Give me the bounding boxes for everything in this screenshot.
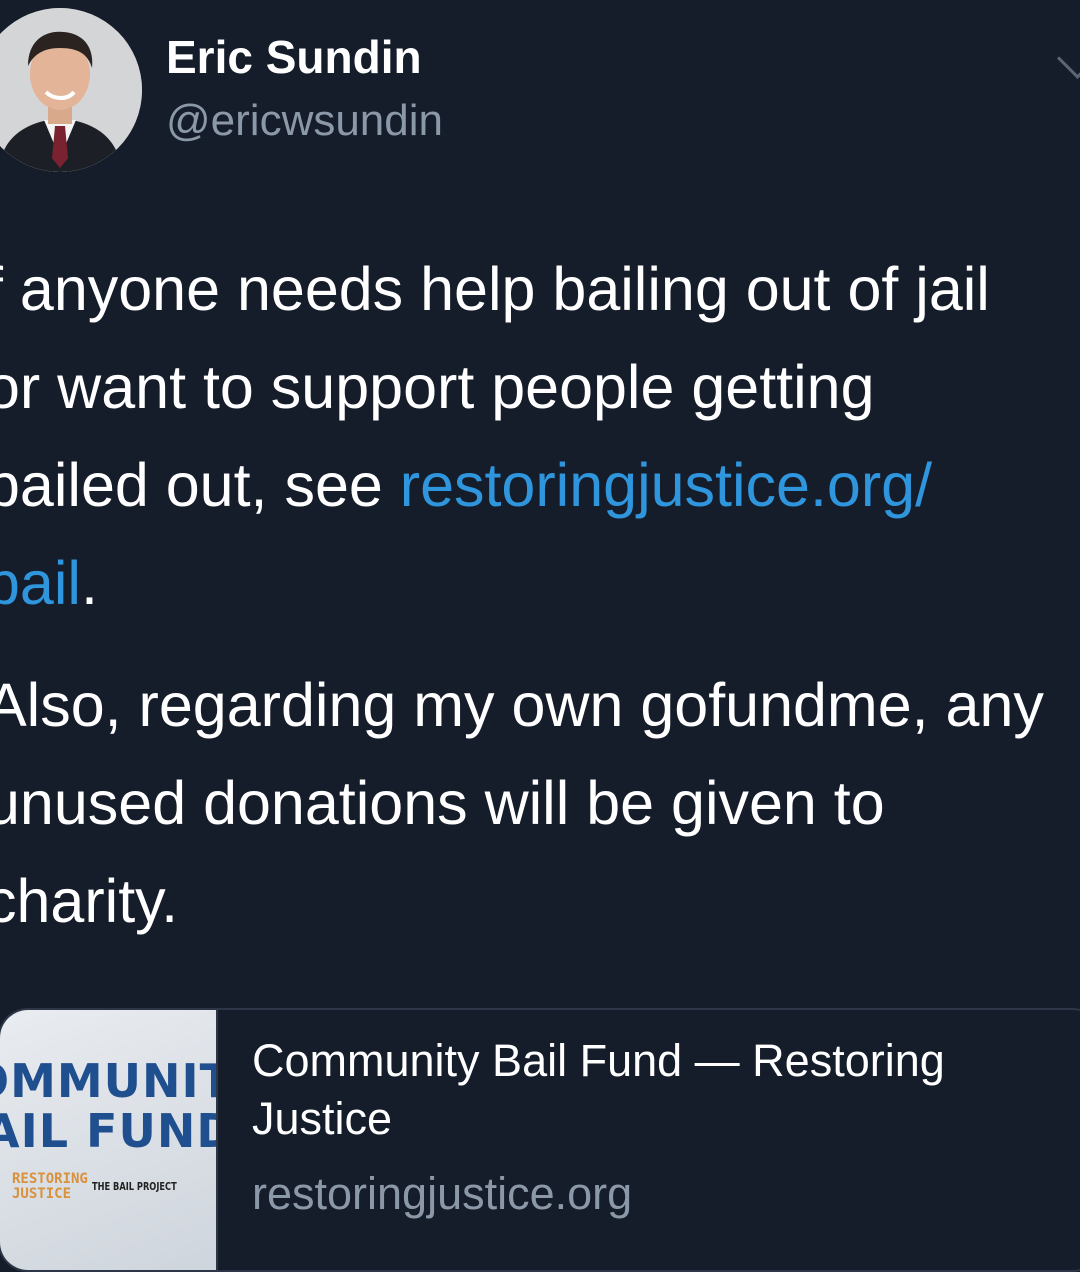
thumbnail-heading-line1: OMMUNIT: [0, 1054, 216, 1108]
card-title: Community Bail Fund — Restoring Justice: [252, 1035, 945, 1144]
chevron-down-icon[interactable]: [1056, 37, 1080, 80]
tweet-line: Also, regarding my own gofundme, any: [0, 671, 1044, 739]
tweet-line-text: bailed out, see: [0, 451, 400, 519]
thumbnail-heading-line2: AIL FUND: [0, 1104, 216, 1158]
tweet-line: bail.: [0, 534, 98, 632]
author-handle[interactable]: @ericwsundin: [166, 96, 443, 146]
tweet-line: unused donations will be given to: [0, 769, 885, 837]
tweet-line-text: .: [80, 549, 98, 617]
restoring-justice-logo: RESTORING JUSTICE: [12, 1171, 88, 1202]
tweet-line: f anyone needs help bailing out of jail: [0, 255, 990, 323]
tweet-link[interactable]: restoringjustice.org/: [400, 451, 932, 519]
profile-photo-icon: [0, 8, 142, 172]
author-avatar[interactable]: [0, 8, 142, 172]
link-preview-card[interactable]: OMMUNIT AIL FUND RESTORING JUSTICE THE B…: [0, 1008, 1080, 1272]
tweet-link-continued[interactable]: bail: [0, 549, 81, 617]
tweet-line: bailed out, see restoringjustice.org/: [0, 436, 932, 534]
tweet-line: or want to support people getting: [0, 353, 875, 421]
card-thumbnail: OMMUNIT AIL FUND RESTORING JUSTICE THE B…: [0, 1010, 218, 1270]
author-name[interactable]: Eric Sundin: [166, 30, 422, 84]
bail-project-logo: THE BAIL PROJECT: [92, 1180, 177, 1193]
card-domain: restoringjustice.org: [252, 1168, 633, 1219]
tweet-line: charity.: [0, 867, 179, 935]
